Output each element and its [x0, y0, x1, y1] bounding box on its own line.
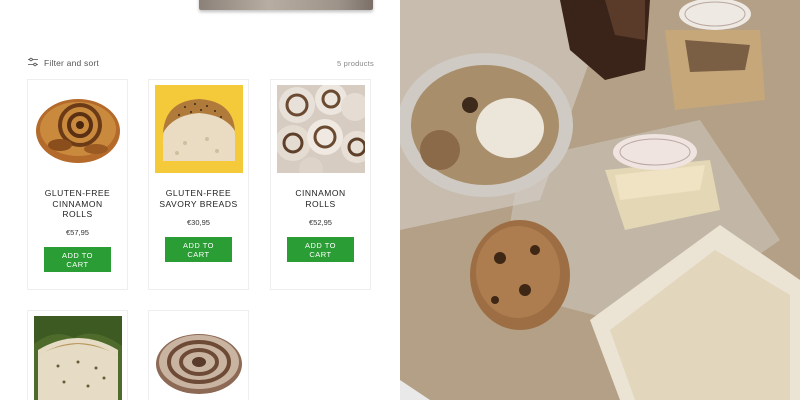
- product-price: €52,95: [309, 218, 332, 227]
- product-card[interactable]: GLUTEN-FREE CINNAMON ROLLS €57,95 ADD TO…: [27, 79, 128, 290]
- product-image[interactable]: [155, 85, 243, 173]
- add-to-cart-button[interactable]: ADD TO CART: [165, 237, 232, 262]
- product-count: 5 products: [336, 58, 374, 68]
- add-to-cart-button[interactable]: ADD TO CART: [287, 237, 354, 262]
- product-image[interactable]: [34, 85, 122, 173]
- product-image[interactable]: [277, 85, 365, 173]
- product-card[interactable]: [27, 310, 128, 400]
- product-title[interactable]: CINNAMON ROLLS: [275, 188, 366, 209]
- collection-panel: Filter and sort 5 products GLUTEN-FREE C…: [0, 0, 400, 400]
- feature-photo: [400, 0, 800, 400]
- product-card[interactable]: [148, 310, 249, 400]
- product-toolbar: Filter and sort 5 products: [28, 56, 374, 70]
- sliders-icon: [28, 54, 38, 72]
- product-card[interactable]: GLUTEN-FREE SAVORY BREADS €30,95 ADD TO …: [148, 79, 249, 290]
- product-price: €30,95: [187, 218, 210, 227]
- add-to-cart-button[interactable]: ADD TO CART: [44, 247, 111, 272]
- product-image[interactable]: [34, 316, 122, 400]
- product-card[interactable]: CINNAMON ROLLS €52,95 ADD TO CART: [270, 79, 371, 290]
- filter-and-sort-button[interactable]: Filter and sort: [28, 54, 99, 72]
- filter-label: Filter and sort: [44, 58, 99, 68]
- hero-image: [199, 0, 373, 10]
- product-title[interactable]: GLUTEN-FREE CINNAMON ROLLS: [32, 188, 123, 220]
- product-price: €57,95: [66, 228, 89, 237]
- product-image[interactable]: [155, 316, 243, 400]
- product-title[interactable]: GLUTEN-FREE SAVORY BREADS: [153, 188, 244, 209]
